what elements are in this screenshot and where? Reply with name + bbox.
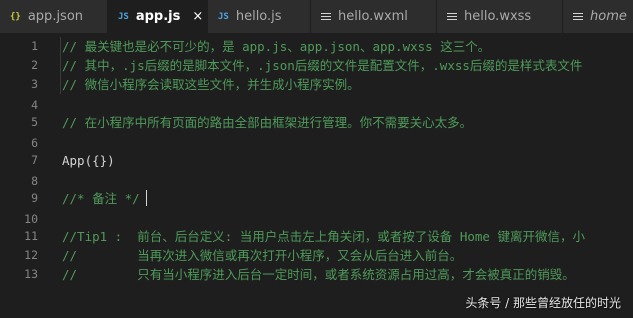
json-braces-icon: {} bbox=[10, 11, 21, 22]
code-text: // 在小程序中所有页面的路由全部由框架进行管理。你不需要关心太多。 bbox=[62, 115, 473, 130]
line-number: 2 bbox=[31, 58, 38, 72]
tab-label: app.js bbox=[135, 9, 181, 24]
code-text: //Tip1 : 前台、后台定义: 当用户点击左上角关闭，或者按了设备 Home… bbox=[62, 229, 585, 244]
line-number: 3 bbox=[31, 77, 38, 91]
code-text: //* 备注 */ bbox=[62, 191, 140, 206]
js-file-icon: JS bbox=[218, 11, 229, 22]
code-line: 7 App({}) bbox=[0, 151, 633, 170]
line-number: 1 bbox=[31, 39, 38, 53]
code-line: 3 // 微信小程序会读取这些文件，并生成小程序实例。 bbox=[0, 75, 633, 94]
code-text: // 微信小程序会读取这些文件，并生成小程序实例。 bbox=[62, 77, 360, 92]
tab-label: app.json bbox=[27, 9, 84, 24]
lines-file-icon bbox=[447, 13, 457, 20]
tab-label: home bbox=[590, 9, 627, 24]
lines-file-icon bbox=[321, 13, 331, 20]
code-line: 9 //* 备注 */ bbox=[0, 189, 633, 208]
watermark: 头条号 / 那些曾经放任的时光 bbox=[465, 296, 621, 310]
code-text: // 最关键也是必不可少的，是 app.js、app.json、app.wxss… bbox=[62, 39, 491, 54]
code-area[interactable]: 1 // 最关键也是必不可少的，是 app.js、app.json、app.wxs… bbox=[0, 33, 633, 318]
code-line: 12 // 当再次进入微信或再次打开小程序，又会从后台进入前台。 bbox=[0, 246, 633, 265]
line-number: 12 bbox=[24, 248, 38, 262]
tab-label: hello.wxml bbox=[338, 9, 408, 24]
line-number: 5 bbox=[31, 115, 38, 129]
code-text: // 当再次进入微信或再次打开小程序，又会从后台进入前台。 bbox=[62, 248, 463, 263]
tab-home[interactable]: home bbox=[563, 0, 633, 33]
line-number: 11 bbox=[24, 229, 38, 243]
code-line: 1 // 最关键也是必不可少的，是 app.js、app.json、app.wxs… bbox=[0, 37, 633, 56]
line-number: 9 bbox=[31, 191, 38, 205]
lines-file-icon bbox=[573, 13, 583, 20]
code-line: 2 // 其中，.js后缀的是脚本文件，.json后缀的文件是配置文件，.wxss… bbox=[0, 56, 633, 75]
tab-hello-wxml[interactable]: hello.wxml bbox=[311, 0, 437, 33]
code-text: // 只有当小程序进入后台一定时间，或者系统资源占用过高，才会被真正的销毁。 bbox=[62, 267, 575, 282]
js-file-icon: JS bbox=[118, 11, 129, 22]
line-number: 7 bbox=[31, 153, 38, 167]
code-line: 11 //Tip1 : 前台、后台定义: 当用户点击左上角关闭，或者按了设备 Ho… bbox=[0, 227, 633, 246]
code-editor: {} app.json JS app.js × JS hello.js hell… bbox=[0, 0, 633, 318]
code-text: // 其中，.js后缀的是脚本文件，.json后缀的文件是配置文件，.wxss后… bbox=[62, 58, 583, 73]
tab-bar: {} app.json JS app.js × JS hello.js hell… bbox=[0, 0, 633, 33]
code-line: 5 // 在小程序中所有页面的路由全部由框架进行管理。你不需要关心太多。 bbox=[0, 113, 633, 132]
tab-label: hello.wxss bbox=[464, 9, 532, 24]
tab-label: hello.js bbox=[235, 9, 282, 24]
close-icon[interactable]: × bbox=[192, 9, 203, 24]
code-line: 13 // 只有当小程序进入后台一定时间，或者系统资源占用过高，才会被真正的销毁。 bbox=[0, 265, 633, 284]
tab-hello-js[interactable]: JS hello.js bbox=[208, 0, 311, 33]
line-number: 13 bbox=[24, 267, 38, 281]
code-text: App({}) bbox=[62, 153, 115, 168]
tab-app-js[interactable]: JS app.js × bbox=[108, 0, 208, 33]
tab-app-json[interactable]: {} app.json bbox=[0, 0, 108, 33]
tab-hello-wxss[interactable]: hello.wxss bbox=[437, 0, 563, 33]
